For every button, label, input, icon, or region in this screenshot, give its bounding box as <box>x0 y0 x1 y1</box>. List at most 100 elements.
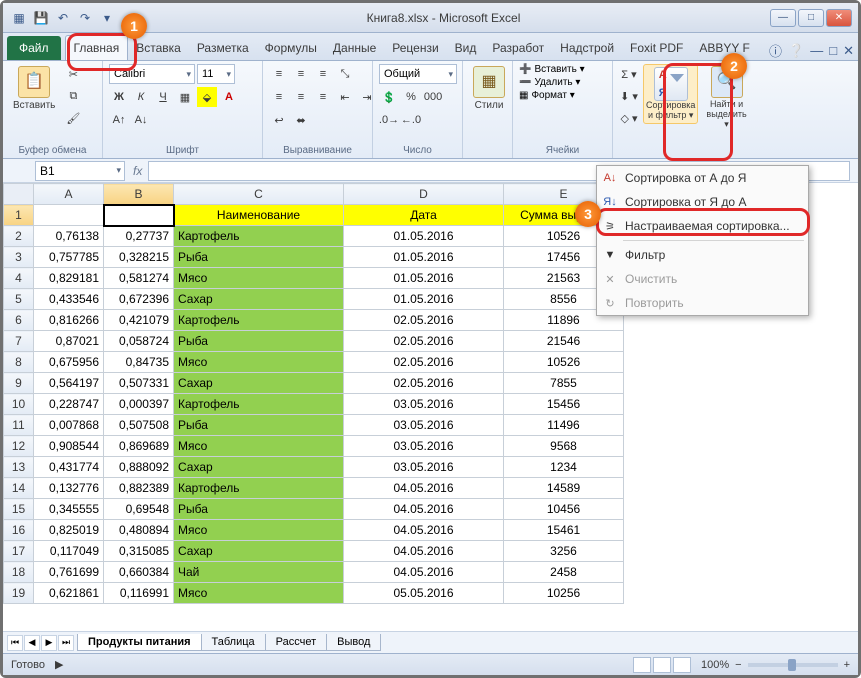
cell[interactable]: 0,882389 <box>104 478 174 499</box>
cell[interactable]: 15456 <box>504 394 624 415</box>
tab-addins[interactable]: Надстрой <box>552 36 622 60</box>
maximize-button[interactable]: □ <box>798 9 824 27</box>
align-bot-icon[interactable]: ≡ <box>313 64 333 84</box>
workbook-min-icon[interactable]: — <box>810 43 823 58</box>
cell[interactable]: 7855 <box>504 373 624 394</box>
excel-icon[interactable]: ▦ <box>9 8 29 28</box>
cell[interactable]: 0,132776 <box>34 478 104 499</box>
sheet-tab-2[interactable]: Рассчет <box>265 634 328 651</box>
row-header[interactable]: 19 <box>4 583 34 604</box>
font-color-icon[interactable]: А <box>219 87 239 107</box>
grid[interactable]: A B C D E 1НаименованиеДатаСумма выручки… <box>3 183 624 604</box>
row-header[interactable]: 6 <box>4 310 34 331</box>
cells-insert-button[interactable]: ➕Вставить ▾ <box>519 64 585 75</box>
col-header-a[interactable]: A <box>34 184 104 205</box>
cell-selected[interactable] <box>104 205 174 226</box>
tab-review[interactable]: Рецензи <box>384 36 446 60</box>
sheet-nav-first-icon[interactable]: ⏮ <box>7 635 23 651</box>
cell[interactable]: 0,315085 <box>104 541 174 562</box>
sort-filter-button[interactable]: Сортировка и фильтр ▾ <box>643 64 698 124</box>
dd-filter[interactable]: ▼ Фильтр <box>597 243 808 267</box>
workbook-max-icon[interactable]: □ <box>829 43 837 58</box>
cell[interactable]: 0,564197 <box>34 373 104 394</box>
cell[interactable]: 02.05.2016 <box>344 373 504 394</box>
fx-icon[interactable]: fx <box>133 164 142 178</box>
cell[interactable]: 0,328215 <box>104 247 174 268</box>
cell[interactable]: 0,825019 <box>34 520 104 541</box>
tab-foxit[interactable]: Foxit PDF <box>622 36 691 60</box>
cell[interactable]: 0,84735 <box>104 352 174 373</box>
cell[interactable]: 0,621861 <box>34 583 104 604</box>
cell[interactable]: 21546 <box>504 331 624 352</box>
cell[interactable]: 0,507331 <box>104 373 174 394</box>
cell[interactable]: Картофель <box>174 394 344 415</box>
row-header[interactable]: 10 <box>4 394 34 415</box>
cell[interactable]: 10526 <box>504 352 624 373</box>
table-header[interactable]: Дата <box>344 205 504 226</box>
cell[interactable]: Мясо <box>174 352 344 373</box>
cell[interactable]: 3256 <box>504 541 624 562</box>
tab-layout[interactable]: Разметка <box>189 36 257 60</box>
cell[interactable]: 15461 <box>504 520 624 541</box>
bold-icon[interactable]: Ж <box>109 87 129 107</box>
underline-icon[interactable]: Ч <box>153 87 173 107</box>
align-left-icon[interactable]: ≡ <box>269 87 289 107</box>
cell[interactable]: Картофель <box>174 226 344 247</box>
font-size-combo[interactable]: 11 <box>197 64 235 84</box>
tab-view[interactable]: Вид <box>447 36 485 60</box>
cell[interactable]: 10256 <box>504 583 624 604</box>
cell[interactable]: Мясо <box>174 520 344 541</box>
align-right-icon[interactable]: ≡ <box>313 87 333 107</box>
cell[interactable]: 0,117049 <box>34 541 104 562</box>
row-header[interactable]: 8 <box>4 352 34 373</box>
minimize-button[interactable]: — <box>770 9 796 27</box>
cell[interactable]: Сахар <box>174 289 344 310</box>
cell[interactable]: Рыба <box>174 331 344 352</box>
cell[interactable]: 0,757785 <box>34 247 104 268</box>
view-break-icon[interactable] <box>673 657 691 673</box>
clear-icon[interactable]: ◇ ▾ <box>619 108 639 128</box>
save-icon[interactable]: 💾 <box>31 8 51 28</box>
row-header[interactable]: 14 <box>4 478 34 499</box>
merge-icon[interactable]: ⬌ <box>291 110 311 130</box>
view-normal-icon[interactable] <box>633 657 651 673</box>
cell[interactable]: Рыба <box>174 415 344 436</box>
cell[interactable]: 0,87021 <box>34 331 104 352</box>
workbook-close-icon[interactable]: ✕ <box>843 43 854 59</box>
styles-button[interactable]: ▦ Стили <box>469 64 509 113</box>
grow-font-icon[interactable]: А↑ <box>109 110 129 130</box>
cell[interactable]: 0,829181 <box>34 268 104 289</box>
cell[interactable]: 0,888092 <box>104 457 174 478</box>
row-header[interactable]: 9 <box>4 373 34 394</box>
autosum-icon[interactable]: Σ ▾ <box>619 64 639 84</box>
select-all-corner[interactable] <box>4 184 34 205</box>
fill-color-icon[interactable]: ⬙ <box>197 87 217 107</box>
shrink-font-icon[interactable]: А↓ <box>131 110 151 130</box>
col-header-d[interactable]: D <box>344 184 504 205</box>
tab-insert[interactable]: Вставка <box>128 36 189 60</box>
cell[interactable]: 01.05.2016 <box>344 268 504 289</box>
row-header[interactable]: 13 <box>4 457 34 478</box>
name-box[interactable]: B1 <box>35 161 125 181</box>
redo-icon[interactable]: ↷ <box>75 8 95 28</box>
cells-format-button[interactable]: ▦Формат ▾ <box>519 90 585 101</box>
row-header[interactable]: 5 <box>4 289 34 310</box>
align-mid-icon[interactable]: ≡ <box>291 64 311 84</box>
number-format-combo[interactable]: Общий <box>379 64 457 84</box>
dec-decimal-icon[interactable]: ←.0 <box>401 110 421 130</box>
cell[interactable]: 03.05.2016 <box>344 394 504 415</box>
cell[interactable]: 0,116991 <box>104 583 174 604</box>
row-header[interactable]: 1 <box>4 205 34 226</box>
tab-home[interactable]: Главная <box>65 35 129 60</box>
cell[interactable]: 0,421079 <box>104 310 174 331</box>
file-tab[interactable]: Файл <box>7 36 61 60</box>
row-header[interactable]: 3 <box>4 247 34 268</box>
zoom-in-icon[interactable]: + <box>844 659 850 671</box>
format-painter-icon[interactable]: 🖌 <box>63 108 83 128</box>
sheet-tab-1[interactable]: Таблица <box>201 634 266 651</box>
cell[interactable]: 0,058724 <box>104 331 174 352</box>
orientation-icon[interactable]: ⤡ <box>335 64 355 84</box>
font-name-combo[interactable]: Calibri <box>109 64 195 84</box>
cell[interactable]: 01.05.2016 <box>344 247 504 268</box>
cell[interactable]: 02.05.2016 <box>344 310 504 331</box>
